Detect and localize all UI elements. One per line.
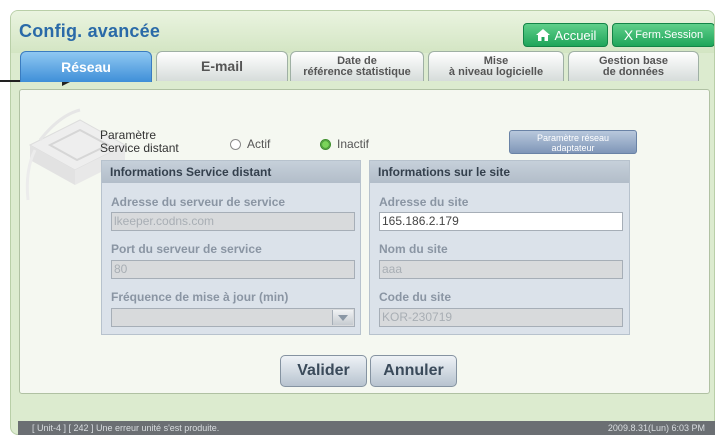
tab-date-line1: Date de <box>337 54 377 67</box>
server-address-label: Adresse du serveur de service <box>111 195 286 209</box>
site-address-field[interactable]: 165.186.2.179 <box>379 212 623 231</box>
home-icon <box>535 29 550 41</box>
site-info-box: Informations sur le site Adresse du site… <box>369 160 630 335</box>
adapter-button-line2: adaptateur <box>551 143 595 153</box>
tab-reseau-label: Réseau <box>61 58 111 75</box>
tab-date-line2: référence statistique <box>303 65 411 78</box>
adapter-network-settings-button[interactable]: Paramètre réseau adaptateur <box>509 130 637 154</box>
server-port-label: Port du serveur de service <box>111 242 262 256</box>
radio-actif-dot[interactable] <box>230 138 241 150</box>
tab-email-label: E-mail <box>200 58 243 74</box>
tab-date-reference[interactable]: Date de référence statistique <box>290 51 424 81</box>
title-bar: Config. avancée Accueil X Ferm.Session <box>11 11 714 53</box>
tab-mise-line1: Mise <box>483 54 509 67</box>
remote-service-label-line2: Service distant <box>100 141 179 155</box>
update-frequency-label: Fréquence de mise à jour (min) <box>111 290 289 304</box>
home-label: Accueil <box>554 27 597 43</box>
site-info-header: Informations sur le site <box>370 161 629 183</box>
tab-software-update[interactable]: Mise à niveau logicielle <box>428 51 564 81</box>
page-title: Config. avancée <box>19 21 161 41</box>
chevron-down-icon[interactable] <box>332 310 353 325</box>
site-address-label: Adresse du site <box>379 195 469 209</box>
adapter-button-line1: Paramètre réseau <box>536 133 610 143</box>
status-datetime: 2009.8.31(Lun) 6:03 PM <box>607 423 705 433</box>
tab-email[interactable]: E-mail <box>156 51 288 81</box>
remote-service-info-box: Informations Service distant Adresse du … <box>101 160 361 335</box>
status-bar: [ Unit-4 ] [ 242 ] Une erreur unité s'es… <box>18 421 715 435</box>
tab-reseau[interactable]: Réseau <box>20 51 152 82</box>
site-code-label: Code du site <box>379 290 452 304</box>
tab-mise-line2: à niveau logicielle <box>448 65 544 78</box>
update-frequency-select[interactable] <box>111 308 355 327</box>
radio-inactif-label: Inactif <box>337 137 370 151</box>
site-code-field[interactable]: KOR-230719 <box>379 308 623 327</box>
server-address-field[interactable]: lkeeper.codns.com <box>111 212 355 231</box>
cancel-button[interactable]: Annuler <box>370 355 457 387</box>
home-button[interactable]: Accueil <box>523 23 608 47</box>
tab-gestion-line1: Gestion base <box>598 54 669 67</box>
server-port-field[interactable]: 80 <box>111 260 355 279</box>
radio-inactif-dot[interactable] <box>320 138 331 150</box>
tab-date-reference-label: Date de référence statistique <box>303 54 411 78</box>
tab-gestion-line2: de données <box>602 65 665 78</box>
logout-label: Ferm.Session <box>635 29 704 41</box>
radio-actif[interactable]: Actif <box>230 137 270 151</box>
remote-service-param-label: Paramètre Service distant <box>100 129 179 155</box>
tab-database-label: Gestion base de données <box>598 54 669 78</box>
site-name-field[interactable]: aaa <box>379 260 623 279</box>
close-icon: X <box>623 27 634 43</box>
tab-software-update-label: Mise à niveau logicielle <box>448 54 544 78</box>
status-message: [ Unit-4 ] [ 242 ] Une erreur unité s'es… <box>32 423 220 433</box>
radio-inactif[interactable]: Inactif <box>320 137 369 151</box>
logout-button[interactable]: X Ferm.Session <box>612 23 714 47</box>
tab-database[interactable]: Gestion base de données <box>568 51 699 81</box>
remote-service-info-header: Informations Service distant <box>102 161 360 183</box>
site-name-label: Nom du site <box>379 242 448 256</box>
validate-button[interactable]: Valider <box>280 355 367 387</box>
radio-actif-label: Actif <box>247 137 271 151</box>
